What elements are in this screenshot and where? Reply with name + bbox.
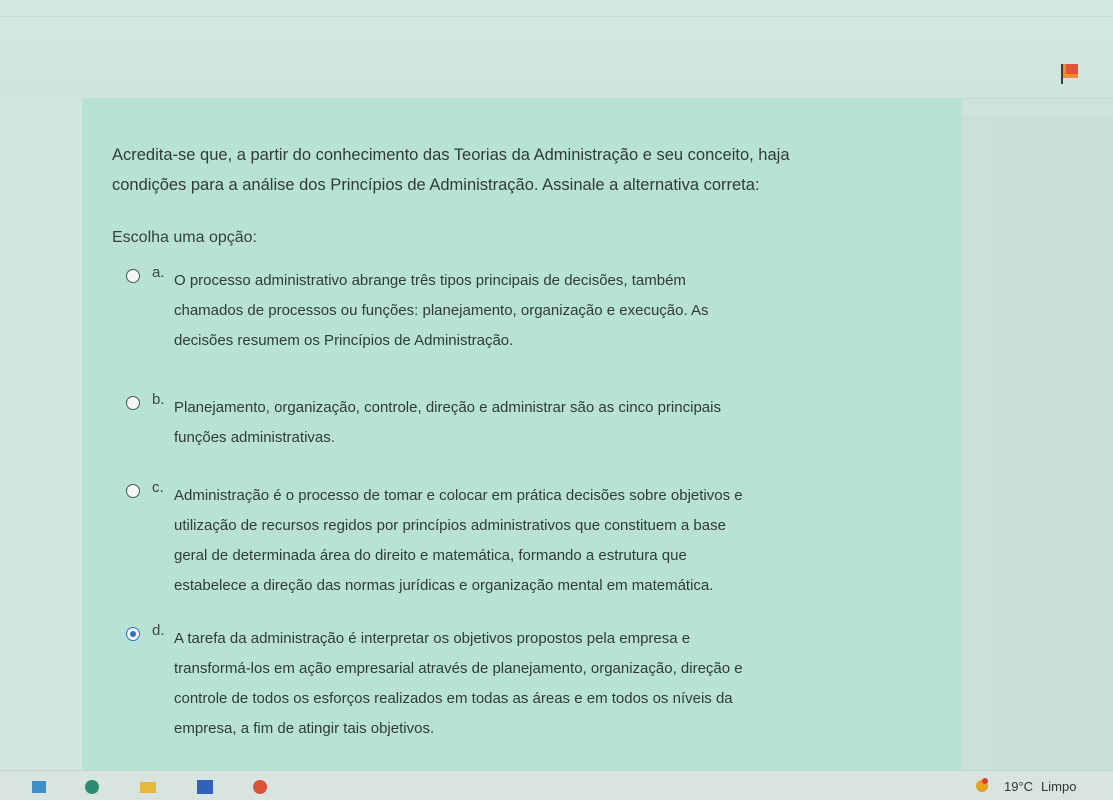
option-d[interactable]: d. A tarefa da administração é interpret… <box>126 622 886 744</box>
option-line: estabelece a direção das normas jurídica… <box>174 577 714 594</box>
option-letter: b. <box>152 391 165 408</box>
option-line: empresa, a fim de atingir tais objetivos… <box>174 720 435 737</box>
temperature: 19°C <box>1004 779 1034 794</box>
left-margin <box>0 98 82 770</box>
option-letter: c. <box>152 479 164 496</box>
weather-icon[interactable] <box>970 777 990 795</box>
question-line: Acredita-se que, a partir do conheciment… <box>112 146 790 164</box>
option-line: utilização de recursos regidos por princ… <box>174 517 726 534</box>
question-line: condições para a análise dos Princípios … <box>112 176 760 194</box>
option-line: funções administrativas. <box>174 429 335 446</box>
flag-icon[interactable] <box>1057 60 1083 86</box>
taskbar <box>0 770 1113 800</box>
option-a[interactable]: a. O processo administrativo abrange trê… <box>126 264 886 356</box>
taskbar-app-icon[interactable] <box>82 777 102 795</box>
option-text: A tarefa da administração é interpretar … <box>174 624 874 744</box>
option-line: A tarefa da administração é interpretar … <box>174 630 691 647</box>
option-text: O processo administrativo abrange três t… <box>174 266 874 356</box>
option-line: chamados de processos ou funções: planej… <box>174 302 709 319</box>
radio-icon[interactable] <box>126 396 140 410</box>
taskbar-app-icon[interactable] <box>138 777 158 795</box>
taskbar-app-icon[interactable] <box>250 777 270 795</box>
option-line: O processo administrativo abrange três t… <box>174 272 686 289</box>
option-letter: d. <box>152 622 165 639</box>
option-line: geral de determinada área do direito e m… <box>174 547 687 564</box>
choose-option-label: Escolha uma opção: <box>112 229 257 246</box>
weather-readout[interactable]: 19°C Limpo <box>1004 779 1076 794</box>
option-line: Administração é o processo de tomar e co… <box>174 487 743 504</box>
page-header <box>0 0 1113 99</box>
option-c[interactable]: c. Administração é o processo de tomar e… <box>126 479 886 601</box>
radio-icon[interactable] <box>126 627 140 641</box>
weather-condition: Limpo <box>1041 779 1077 794</box>
taskbar-app-icon[interactable] <box>30 777 50 795</box>
option-line: Planejamento, organização, controle, dir… <box>174 399 721 416</box>
option-line: decisões resumem os Princípios de Admini… <box>174 332 514 349</box>
taskbar-app-icon[interactable] <box>195 777 215 795</box>
radio-icon[interactable] <box>126 484 140 498</box>
option-letter: a. <box>152 264 165 281</box>
option-line: controle de todos os esforços realizados… <box>174 690 733 707</box>
option-b[interactable]: b. Planejamento, organização, controle, … <box>126 391 886 453</box>
right-divider <box>962 116 992 770</box>
option-text: Administração é o processo de tomar e co… <box>174 481 874 601</box>
option-text: Planejamento, organização, controle, dir… <box>174 393 874 453</box>
radio-icon[interactable] <box>126 269 140 283</box>
question-text: Acredita-se que, a partir do conheciment… <box>112 140 942 200</box>
option-line: transformá-los em ação empresarial atrav… <box>174 660 743 677</box>
side-panel <box>992 116 1113 770</box>
header-divider <box>0 16 1113 17</box>
